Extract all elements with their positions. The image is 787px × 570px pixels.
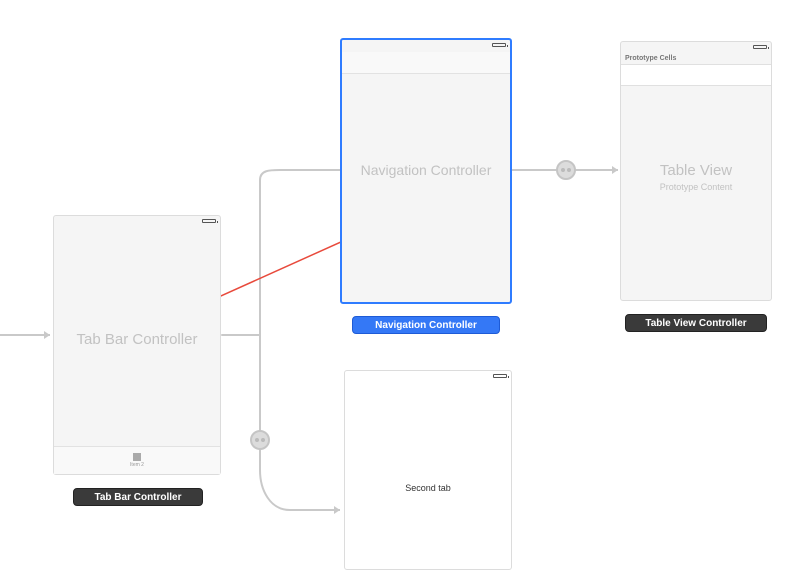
second-tab-scene[interactable]: Second tab — [344, 370, 512, 570]
scene-title: Second tab — [345, 483, 511, 493]
prototype-cell — [621, 64, 771, 86]
table-view-controller-scene[interactable]: Prototype Cells Table View Prototype Con… — [620, 41, 772, 301]
nav-bar — [342, 52, 510, 74]
battery-icon — [492, 43, 506, 47]
label-text: Table View Controller — [645, 318, 746, 329]
segue-node[interactable] — [556, 160, 576, 180]
scene-title: Tab Bar Controller — [54, 331, 220, 348]
scene-title: Navigation Controller — [342, 162, 510, 178]
battery-icon — [753, 45, 767, 49]
scene-subtitle: Prototype Content — [621, 182, 771, 192]
battery-icon — [493, 374, 507, 378]
battery-icon — [202, 219, 216, 223]
tab-bar: Item 2 — [54, 446, 220, 474]
navigation-controller-label[interactable]: Navigation Controller — [352, 316, 500, 334]
table-view-controller-label[interactable]: Table View Controller — [625, 314, 767, 332]
segue-node[interactable] — [250, 430, 270, 450]
tab-bar-controller-scene[interactable]: Tab Bar Controller Item 2 — [53, 215, 221, 475]
tab-item-icon — [133, 453, 141, 461]
tab-bar-controller-label[interactable]: Tab Bar Controller — [73, 488, 203, 506]
prototype-cells-header: Prototype Cells — [625, 55, 676, 62]
navigation-controller-scene[interactable]: Navigation Controller — [340, 38, 512, 304]
scene-title: Table View — [621, 162, 771, 179]
label-text: Navigation Controller — [375, 320, 477, 331]
tab-item-label: Item 2 — [130, 462, 144, 468]
label-text: Tab Bar Controller — [94, 492, 181, 503]
